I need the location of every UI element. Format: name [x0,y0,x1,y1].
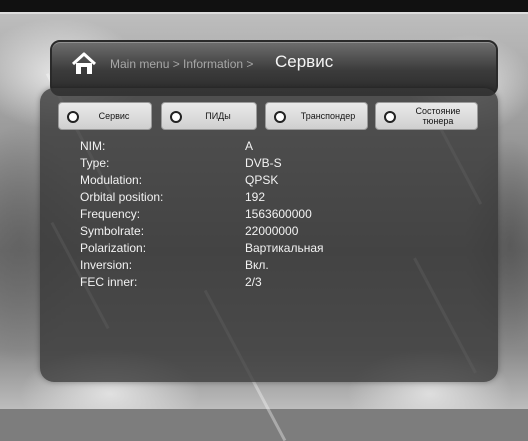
page-title: Сервис [275,52,334,71]
info-value-modulation: QPSK [245,173,279,187]
info-value-frequency: 1563600000 [245,207,312,221]
info-key-modulation: Modulation: [80,173,143,187]
radio-icon [274,111,286,123]
tab-transponder[interactable]: Транспондер [265,102,368,130]
info-value-orbital: 192 [245,190,266,204]
top-strip [0,0,528,12]
home-icon [71,52,97,74]
tab-pids[interactable]: ПИДы [161,102,257,130]
breadcrumb: Main menu > Information > [110,57,254,71]
info-key-orbital: Orbital position: [80,190,164,204]
info-key-type: Type: [80,156,110,170]
info-key-nim: NIM: [80,139,106,153]
radio-icon [67,111,79,123]
tab-tuner-state[interactable]: Состояние тюнера [375,102,478,130]
tab-label: Состояние тюнера [415,106,461,126]
info-value-type: DVB-S [245,156,282,170]
info-value-polarization: Вартикальная [245,241,324,255]
info-key-inversion: Inversion: [80,258,133,272]
radio-icon [170,111,182,123]
info-value-fec: 2/3 [245,275,262,289]
info-key-symbolrate: Symbolrate: [80,224,145,238]
info-key-frequency: Frequency: [80,207,141,221]
info-value-symbolrate: 22000000 [245,224,299,238]
tab-label: Сервис [98,111,130,121]
info-value-nim: A [245,139,254,153]
tab-label: ПИДы [205,111,231,121]
info-key-fec: FEC inner: [80,275,138,289]
tab-label: Транспондер [300,111,356,121]
info-value-inversion: Вкл. [245,258,269,272]
radio-icon [384,111,396,123]
tab-service[interactable]: Сервис [58,102,152,130]
info-key-polarization: Polarization: [80,241,147,255]
